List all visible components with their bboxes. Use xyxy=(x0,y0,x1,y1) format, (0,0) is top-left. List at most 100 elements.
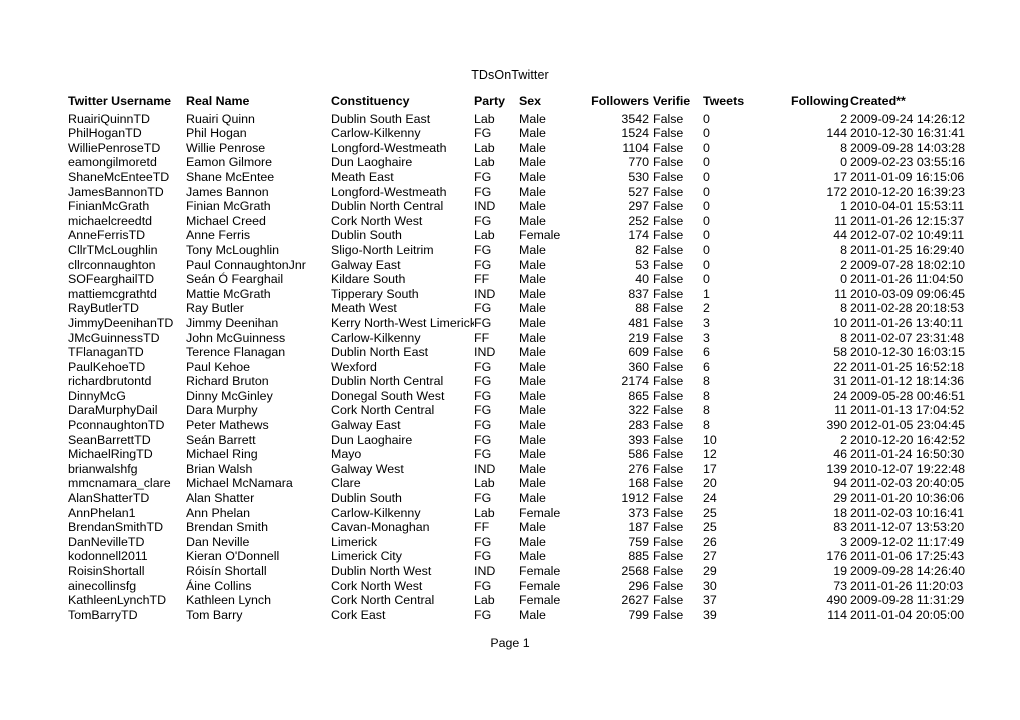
cell-party: Lab xyxy=(474,111,495,126)
cell-created: 2009-09-28 14:26:40 xyxy=(850,564,965,578)
cell-verified: False xyxy=(653,315,684,330)
cell-constituency: Limerick City xyxy=(331,549,402,564)
cell-party: Lab xyxy=(474,593,495,608)
column-header-username: Twitter Username xyxy=(68,94,172,108)
cell-following: 8 xyxy=(840,330,847,345)
table-row: AnnPhelan1 Ann Phelan Carlow-Kilkenny Lab Fe… xyxy=(68,506,965,521)
table-row: BrendanSmithTD Brendan Smith Cavan-Monagha… xyxy=(68,520,965,535)
cell-real-name: Tony McLoughlin xyxy=(186,242,279,257)
cell-created: 2010-12-30 16:03:15 xyxy=(850,345,965,360)
cell-party: Lab xyxy=(474,140,495,155)
cell-followers: 252 xyxy=(628,213,649,228)
cell-tweets: 10 xyxy=(703,432,717,447)
cell-sex: Male xyxy=(519,301,546,316)
table-body: RuairiQuinnTD Ruairi Quinn Dublin South Ea… xyxy=(68,112,965,623)
cell-verified: False xyxy=(653,301,684,316)
cell-party: Lab xyxy=(474,155,495,170)
cell-created: 2011-01-25 16:29:40 xyxy=(850,242,965,257)
cell-verified: False xyxy=(653,491,684,506)
table-row: DanNevilleTD Dan Neville Limerick FG Male 759… xyxy=(68,535,965,550)
cell-following: 144 xyxy=(826,126,847,141)
cell-constituency: Carlow-Kilkenny xyxy=(331,126,421,141)
cell-created: 2011-01-26 12:15:37 xyxy=(850,213,965,228)
cell-verified: False xyxy=(653,534,684,549)
cell-verified: False xyxy=(653,593,684,608)
cell-real-name: Jimmy Deenihan xyxy=(186,315,279,330)
cell-verified: False xyxy=(653,549,684,564)
cell-followers: 219 xyxy=(628,330,649,345)
cell-constituency: Dublin South xyxy=(331,491,402,506)
cell-verified: False xyxy=(653,155,684,170)
cell-verified: False xyxy=(653,126,684,141)
cell-followers: 187 xyxy=(628,520,649,535)
cell-party: FG xyxy=(474,126,492,141)
cell-sex: Male xyxy=(519,199,546,214)
cell-followers: 1912 xyxy=(621,491,649,506)
cell-verified: False xyxy=(653,111,684,126)
cell-created: 2012-01-05 23:04:45 xyxy=(850,418,965,433)
cell-username: ainecollinsfg xyxy=(68,578,137,593)
cell-real-name: Ann Phelan xyxy=(186,505,251,520)
cell-following: 10 xyxy=(833,315,847,330)
cell-following: 29 xyxy=(833,491,847,506)
cell-real-name: Paul Kehoe xyxy=(186,359,251,374)
cell-username: BrendanSmithTD xyxy=(68,520,164,535)
cell-created: 2009-09-24 14:26:12 xyxy=(850,111,965,126)
cell-party: FG xyxy=(474,432,492,447)
table-row: RayButlerTD Ray Butler Meath West FG Male 88 F… xyxy=(68,301,965,316)
cell-followers: 759 xyxy=(628,534,649,549)
cell-followers: 88 xyxy=(635,301,649,316)
cell-following: 8 xyxy=(840,301,847,316)
cell-followers: 481 xyxy=(628,315,649,330)
cell-username: FinianMcGrath xyxy=(68,199,150,214)
cell-username: kodonnell2011 xyxy=(68,549,148,564)
cell-verified: False xyxy=(653,140,684,155)
cell-username: mattiemcgrathtd xyxy=(68,286,157,301)
table-row: CllrTMcLoughlin Tony McLoughlin Sligo-Nort… xyxy=(68,243,965,258)
cell-tweets: 0 xyxy=(703,184,710,199)
cell-username: eamongilmoretd xyxy=(68,155,157,170)
cell-party: IND xyxy=(474,199,496,214)
cell-party: FG xyxy=(474,403,492,418)
cell-sex: Male xyxy=(519,520,546,535)
cell-verified: False xyxy=(653,578,684,593)
cell-following: 2 xyxy=(840,432,847,447)
cell-constituency: Cork North Central xyxy=(331,593,435,608)
table-header: Twitter Username Real Name Constituency … xyxy=(68,94,965,112)
cell-followers: 837 xyxy=(628,286,649,301)
cell-tweets: 0 xyxy=(703,213,710,228)
cell-followers: 393 xyxy=(628,432,649,447)
cell-username: RuairiQuinnTD xyxy=(68,111,150,126)
cell-verified: False xyxy=(653,257,684,272)
cell-following: 44 xyxy=(833,228,847,243)
table-row: PhilHoganTD Phil Hogan Carlow-Kilkenny FG Ma… xyxy=(68,126,965,141)
cell-party: FG xyxy=(474,169,492,184)
cell-created: 2010-12-30 16:31:41 xyxy=(850,126,965,141)
cell-username: CllrTMcLoughlin xyxy=(68,242,158,257)
cell-following: 73 xyxy=(833,578,847,593)
cell-verified: False xyxy=(653,403,684,418)
column-header-constituency: Constituency xyxy=(331,94,410,108)
cell-verified: False xyxy=(653,330,684,345)
table-row: DinnyMcG Dinny McGinley Donegal South West… xyxy=(68,389,965,404)
cell-verified: False xyxy=(653,242,684,257)
table-row: mattiemcgrathtd Mattie McGrath Tipperary S… xyxy=(68,287,965,302)
cell-tweets: 0 xyxy=(703,155,710,170)
cell-username: TFlanaganTD xyxy=(68,345,144,360)
cell-created: 2011-01-26 13:40:11 xyxy=(850,315,964,330)
cell-real-name: James Bannon xyxy=(186,184,269,199)
cell-party: FG xyxy=(474,447,492,462)
cell-real-name: Terence Flanagan xyxy=(186,345,286,360)
cell-followers: 296 xyxy=(628,578,649,593)
page-title: TDsOnTwitter xyxy=(471,68,549,82)
column-header-created: Created** xyxy=(850,94,906,108)
cell-constituency: Mayo xyxy=(331,447,362,462)
cell-sex: Male xyxy=(519,374,546,389)
cell-constituency: Galway East xyxy=(331,418,401,433)
cell-following: 11 xyxy=(834,403,847,418)
cell-sex: Female xyxy=(519,564,561,578)
cell-constituency: Kildare South xyxy=(331,272,406,287)
cell-created: 2011-01-26 11:20:03 xyxy=(850,578,964,593)
cell-sex: Male xyxy=(519,169,546,184)
cell-tweets: 12 xyxy=(703,447,717,462)
